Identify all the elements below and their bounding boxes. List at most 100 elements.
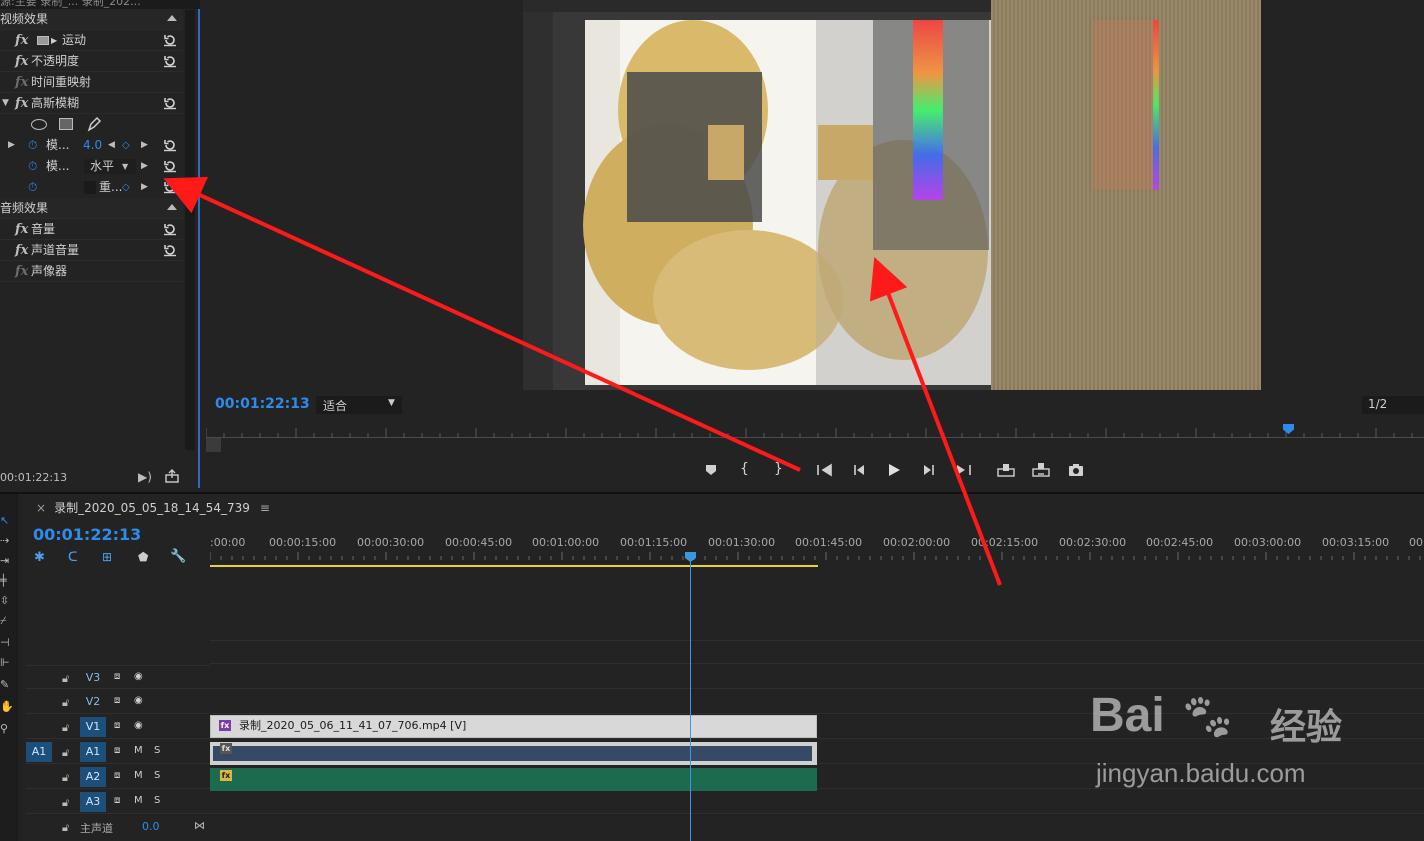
- lock-icon[interactable]: 🔓︎: [62, 746, 69, 760]
- program-timecode[interactable]: 00:01:22:13: [215, 396, 310, 412]
- ripple-edit-tool-icon[interactable]: ⇥: [0, 554, 9, 567]
- rate-stretch-tool-icon[interactable]: ⇳: [0, 594, 9, 607]
- mark-in-icon[interactable]: {: [740, 461, 758, 479]
- mute-button[interactable]: M: [134, 770, 143, 781]
- collapse-caret-icon[interactable]: [167, 204, 177, 210]
- slip-tool-icon[interactable]: ⊣: [0, 636, 10, 649]
- mute-button[interactable]: M: [134, 745, 143, 756]
- reset-icon[interactable]: [163, 54, 177, 68]
- timeline-timecode[interactable]: 00:01:22:13: [33, 525, 141, 544]
- lock-icon[interactable]: 🔓︎: [62, 771, 69, 785]
- snap-icon[interactable]: ᑕ: [68, 550, 78, 565]
- lock-icon[interactable]: 🔓︎: [62, 672, 69, 686]
- zoom-tool-icon[interactable]: ⚲: [0, 722, 8, 735]
- reset-icon[interactable]: [163, 222, 177, 236]
- reset-icon[interactable]: [163, 96, 177, 110]
- stopwatch-icon[interactable]: ⏱: [28, 135, 37, 156]
- reset-icon[interactable]: [163, 33, 177, 47]
- work-area-bar[interactable]: [210, 565, 818, 567]
- slide-tool-icon[interactable]: ⊩: [0, 656, 10, 669]
- next-keyframe-icon[interactable]: ▶: [141, 156, 148, 177]
- effect-volume[interactable]: fx 音量: [0, 219, 183, 240]
- ec-timecode[interactable]: 00:01:22:13: [0, 471, 67, 484]
- rectangle-mask-icon[interactable]: [59, 118, 73, 130]
- add-marker-icon[interactable]: [702, 461, 720, 479]
- effect-time-remap[interactable]: fx 时间重映射: [0, 72, 183, 93]
- hand-tool-icon[interactable]: ✋: [0, 700, 14, 713]
- linked-selection-icon[interactable]: ⊞: [102, 550, 112, 564]
- fx-icon[interactable]: fx: [15, 261, 28, 282]
- reset-icon[interactable]: [163, 180, 177, 194]
- track-v2-header[interactable]: 🔓︎ V2 ⧈ ◉: [26, 690, 210, 714]
- solo-button[interactable]: S: [154, 745, 160, 756]
- lock-icon[interactable]: 🔓︎: [62, 821, 69, 835]
- extract-icon[interactable]: [1032, 461, 1050, 479]
- stopwatch-icon[interactable]: ⏱: [28, 177, 37, 198]
- time-ruler[interactable]: :00:00 00:00:15:00 00:00:30:00 00:00:45:…: [210, 536, 1424, 550]
- track-target[interactable]: V2: [80, 692, 106, 712]
- go-to-end-icon[interactable]: ⋈: [194, 819, 205, 832]
- chevron-down-icon[interactable]: ▼: [122, 156, 128, 177]
- pen-mask-icon[interactable]: [86, 116, 102, 132]
- track-target[interactable]: A2: [80, 767, 106, 787]
- sync-lock-icon[interactable]: ⧈: [114, 745, 120, 756]
- playhead-line[interactable]: [690, 558, 691, 841]
- track-target[interactable]: A3: [80, 792, 106, 812]
- reset-icon[interactable]: [163, 159, 177, 173]
- sync-lock-icon[interactable]: ⧈: [114, 770, 120, 781]
- pen-tool-icon[interactable]: ✎: [0, 678, 9, 691]
- audio-clip-a2[interactable]: fx: [210, 768, 817, 791]
- video-effects-header[interactable]: 视频效果: [0, 9, 183, 30]
- eye-icon[interactable]: ◉: [134, 695, 143, 706]
- audio-effects-header[interactable]: 音频效果: [0, 198, 183, 219]
- fx-icon[interactable]: fx: [15, 72, 28, 93]
- track-target[interactable]: V3: [80, 668, 106, 688]
- prop-repeat-edge[interactable]: ⏱ 重... ◇ ▶: [0, 177, 183, 198]
- track-a2-header[interactable]: 🔓︎ A2 ⧈ M S: [26, 765, 210, 789]
- export-icon[interactable]: [165, 469, 179, 483]
- menu-icon[interactable]: ≡: [260, 501, 270, 515]
- step-forward-icon[interactable]: [920, 461, 938, 479]
- track-select-tool-icon[interactable]: ⇢: [0, 534, 9, 547]
- razor-tool-icon[interactable]: ⌿: [0, 614, 7, 628]
- reset-icon[interactable]: [163, 243, 177, 257]
- prop-blurriness[interactable]: ▶ ⏱ 模... 4.0 ◀ ◇ ▶: [0, 135, 183, 156]
- eye-icon[interactable]: ◉: [134, 671, 143, 682]
- fx-icon[interactable]: fx: [15, 219, 28, 240]
- sync-lock-icon[interactable]: ⧈: [114, 671, 120, 682]
- track-v2-area[interactable]: [210, 665, 1424, 689]
- next-keyframe-icon[interactable]: ▶: [141, 135, 148, 156]
- keyframe-diamond-icon[interactable]: ◇: [122, 177, 130, 198]
- track-target[interactable]: V1: [80, 717, 106, 737]
- solo-button[interactable]: S: [154, 770, 160, 781]
- collapse-caret-icon[interactable]: [167, 15, 177, 21]
- selection-tool-icon[interactable]: ↖: [0, 514, 9, 527]
- video-clip[interactable]: fx 录制_2020_05_06_11_41_07_706.mp4 [V]: [210, 715, 817, 738]
- vertical-scrollbar[interactable]: [185, 10, 195, 450]
- fx-icon[interactable]: fx: [15, 51, 28, 72]
- sync-lock-icon[interactable]: ⧈: [114, 720, 120, 731]
- keyframe-diamond-icon[interactable]: ◇: [122, 135, 130, 156]
- audio-clip-a1[interactable]: fx: [210, 742, 817, 765]
- checkbox[interactable]: [84, 181, 96, 194]
- expand-triangle-icon[interactable]: ▼: [2, 93, 9, 114]
- fx-icon[interactable]: fx: [15, 240, 28, 261]
- close-icon[interactable]: ×: [36, 501, 46, 515]
- prop-value[interactable]: 4.0: [83, 135, 102, 156]
- video-frame[interactable]: [523, 0, 1261, 390]
- track-v3-area[interactable]: [210, 640, 1424, 664]
- mute-button[interactable]: M: [134, 795, 143, 806]
- source-patch-a1[interactable]: A1: [26, 742, 52, 762]
- expand-triangle-icon[interactable]: ▶: [8, 135, 15, 156]
- track-master-area[interactable]: [210, 790, 1424, 814]
- go-to-in-icon[interactable]: [815, 461, 833, 479]
- ellipse-mask-icon[interactable]: [31, 119, 47, 130]
- lock-icon[interactable]: 🔓︎: [62, 696, 69, 710]
- effect-motion[interactable]: fx ▶ 运动: [0, 30, 183, 51]
- effect-opacity[interactable]: fx 不透明度: [0, 51, 183, 72]
- effect-gaussian-blur[interactable]: ▼ fx 高斯模糊: [0, 93, 183, 114]
- effect-channel-volume[interactable]: fx 声道音量: [0, 240, 183, 261]
- mark-out-icon[interactable]: }: [774, 461, 792, 479]
- camera-icon[interactable]: [1067, 461, 1085, 479]
- motion-transform-icon[interactable]: [37, 36, 49, 45]
